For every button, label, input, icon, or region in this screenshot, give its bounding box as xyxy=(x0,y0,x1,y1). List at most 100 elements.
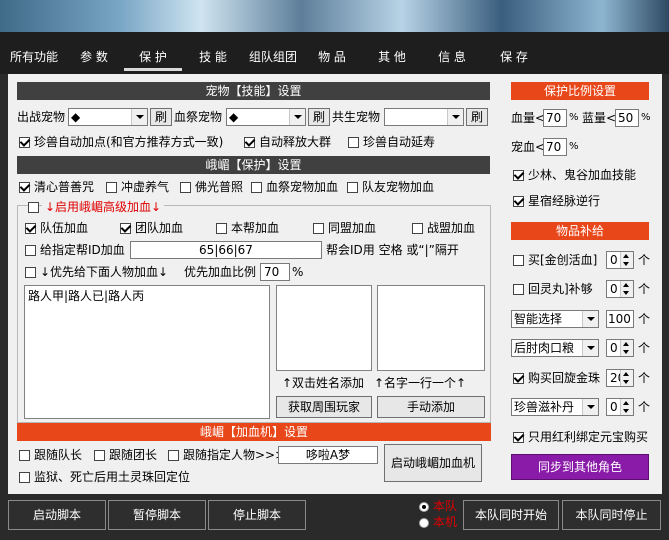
protect-opt-3-checkbox[interactable] xyxy=(180,182,191,193)
priority-ratio-input[interactable]: 70 xyxy=(260,263,290,281)
tab-params[interactable]: 参 数 xyxy=(74,46,114,68)
advanced-heal-checkbox[interactable] xyxy=(28,202,39,213)
star-reverse-checkbox[interactable] xyxy=(513,196,524,207)
only-bound-ingot-label: 只用红利绑定元宝购买 xyxy=(528,430,649,444)
emei-protect-header: 峨嵋【保护】设置 xyxy=(17,156,490,174)
mp-threshold-input[interactable]: 50 xyxy=(615,109,639,127)
nearby-players-list[interactable] xyxy=(276,285,372,371)
start-script-button[interactable]: 启动脚本 xyxy=(8,500,106,530)
target-team-label: 队伍加血 xyxy=(40,221,89,235)
prison-death-label: 监狱、死亡后用土灵珠回定位 xyxy=(34,470,191,484)
protect-opt-5-checkbox[interactable] xyxy=(347,182,358,193)
meat-ration-count[interactable]: 0 xyxy=(606,339,634,357)
tab-skills[interactable]: 技 能 xyxy=(192,46,234,68)
pet-hp-threshold-input[interactable]: 70 xyxy=(543,138,567,156)
buy-pearl-label: 购买回旋金珠 xyxy=(528,371,601,385)
bottom-bar: 启动脚本 暂停脚本 停止脚本 本队 本机 本队同时开始 本队同时停止 xyxy=(0,494,669,540)
return-pill-unit: 个 xyxy=(638,282,651,296)
protect-ratio-header: 保护比例设置 xyxy=(511,82,649,100)
tab-all-functions[interactable]: 所有功能 xyxy=(8,46,60,68)
priority-names-textarea[interactable]: 路人甲|路人已|路人丙 xyxy=(24,285,270,419)
battle-pet-refresh-button[interactable]: 刷 xyxy=(150,108,172,126)
heal-bot-header: 峨嵋【加血机】设置 xyxy=(17,423,491,441)
protect-opt-5-label: 队友宠物加血 xyxy=(362,180,435,194)
target-group-checkbox[interactable] xyxy=(120,223,131,234)
target-guild-checkbox[interactable] xyxy=(216,223,227,234)
target-group-label: 团队加血 xyxy=(135,221,184,235)
tab-other[interactable]: 其 他 xyxy=(372,46,412,68)
pause-script-button[interactable]: 暂停脚本 xyxy=(108,500,206,530)
meat-ration-dropdown[interactable]: 后肘肉口粮 xyxy=(511,339,599,357)
follow-person-checkbox[interactable] xyxy=(168,450,179,461)
pet-supply-unit: 个 xyxy=(638,400,651,414)
auto-points-label: 珍兽自动加点(和官方推荐方式一致) xyxy=(34,135,224,149)
follow-leader-checkbox[interactable] xyxy=(19,450,30,461)
tab-items[interactable]: 物 品 xyxy=(312,46,352,68)
blood-pet-refresh-button[interactable]: 刷 xyxy=(308,108,330,126)
target-alliance-checkbox[interactable] xyxy=(313,223,324,234)
protect-opt-3-label: 佛光普照 xyxy=(195,180,244,194)
self-radio[interactable] xyxy=(419,518,429,528)
give-guild-checkbox[interactable] xyxy=(25,245,36,256)
battle-pet-select[interactable]: ◆ xyxy=(68,108,148,126)
team-stop-button[interactable]: 本队同时停止 xyxy=(562,500,661,530)
buy-medicine-unit: 个 xyxy=(638,253,651,267)
auto-points-checkbox[interactable] xyxy=(19,137,30,148)
protect-opt-1-checkbox[interactable] xyxy=(19,182,30,193)
follow-person-input[interactable]: 哆啦A梦 xyxy=(278,446,378,464)
buy-pearl-checkbox[interactable] xyxy=(513,373,524,384)
protect-opt-2-label: 冲虚养气 xyxy=(121,180,170,194)
tab-team[interactable]: 组队组团 xyxy=(246,46,300,68)
auto-release-checkbox[interactable] xyxy=(244,137,255,148)
target-guild-label: 本帮加血 xyxy=(231,221,280,235)
guild-ids-input[interactable]: 65|66|67 xyxy=(130,241,322,259)
pet-supply-count[interactable]: 0 xyxy=(606,398,634,416)
manual-add-button[interactable]: 手动添加 xyxy=(377,396,485,418)
prison-death-checkbox[interactable] xyxy=(19,472,30,483)
manual-names-list[interactable] xyxy=(377,285,485,371)
dblclick-hint: ↑双击姓名添加 xyxy=(282,376,365,390)
priority-heal-checkbox[interactable] xyxy=(25,267,36,278)
follow-team-leader-checkbox[interactable] xyxy=(94,450,105,461)
return-pill-count[interactable]: 0 xyxy=(606,280,634,298)
content-panel: 宠物【技能】设置 出战宠物 ◆ 刷 血祭宠物 ◆ 刷 共生宠物 刷 珍兽自动加点… xyxy=(8,74,662,494)
return-pill-checkbox[interactable] xyxy=(513,284,524,295)
star-reverse-label: 星宿经脉逆行 xyxy=(528,194,601,208)
hp-threshold-input[interactable]: 70 xyxy=(543,109,567,127)
shared-pet-label: 共生宠物 xyxy=(332,110,381,124)
buy-medicine-checkbox[interactable] xyxy=(513,255,524,266)
follow-person-label: 跟随指定人物>>> xyxy=(183,448,286,462)
pet-hp-percent: % xyxy=(569,141,579,152)
get-nearby-players-button[interactable]: 获取周围玩家 xyxy=(276,396,372,418)
shared-pet-select[interactable] xyxy=(384,108,464,126)
shaolin-heal-checkbox[interactable] xyxy=(513,170,524,181)
buy-pearl-count[interactable]: 20 xyxy=(606,369,634,387)
auto-extend-checkbox[interactable] xyxy=(348,137,359,148)
target-warleague-checkbox[interactable] xyxy=(412,223,423,234)
follow-leader-label: 跟随队长 xyxy=(34,448,83,462)
one-per-line-hint: ↑名字一行一个↑ xyxy=(374,376,467,390)
sync-to-other-roles-button[interactable]: 同步到其他角色 xyxy=(511,454,649,480)
protect-opt-4-checkbox[interactable] xyxy=(251,182,262,193)
tab-protect[interactable]: 保 护 xyxy=(124,46,182,71)
shared-pet-refresh-button[interactable]: 刷 xyxy=(466,108,488,126)
auto-extend-label: 珍兽自动延寿 xyxy=(363,135,436,149)
tab-save[interactable]: 保 存 xyxy=(494,46,534,68)
give-guild-label: 给指定帮ID加血 xyxy=(40,243,125,257)
start-heal-bot-button[interactable]: 启动峨嵋加血机 xyxy=(384,444,482,482)
smart-select-dropdown[interactable]: 智能选择 xyxy=(511,310,599,328)
buy-medicine-count[interactable]: 0 xyxy=(606,251,634,269)
team-radio[interactable] xyxy=(419,502,429,512)
target-team-checkbox[interactable] xyxy=(25,223,36,234)
stop-script-button[interactable]: 停止脚本 xyxy=(208,500,306,530)
tab-info[interactable]: 信 息 xyxy=(432,46,472,68)
only-bound-ingot-checkbox[interactable] xyxy=(513,432,524,443)
shaolin-heal-label: 少林、鬼谷加血技能 xyxy=(528,168,637,182)
pet-supply-dropdown[interactable]: 珍兽滋补丹 xyxy=(511,398,599,416)
smart-select-count[interactable]: 100 xyxy=(606,310,634,328)
protect-opt-2-checkbox[interactable] xyxy=(106,182,117,193)
advanced-heal-label: ↓启用峨嵋高级加血↓ xyxy=(42,198,165,216)
meat-ration-unit: 个 xyxy=(638,341,651,355)
blood-pet-select[interactable]: ◆ xyxy=(226,108,306,126)
team-start-button[interactable]: 本队同时开始 xyxy=(463,500,559,530)
